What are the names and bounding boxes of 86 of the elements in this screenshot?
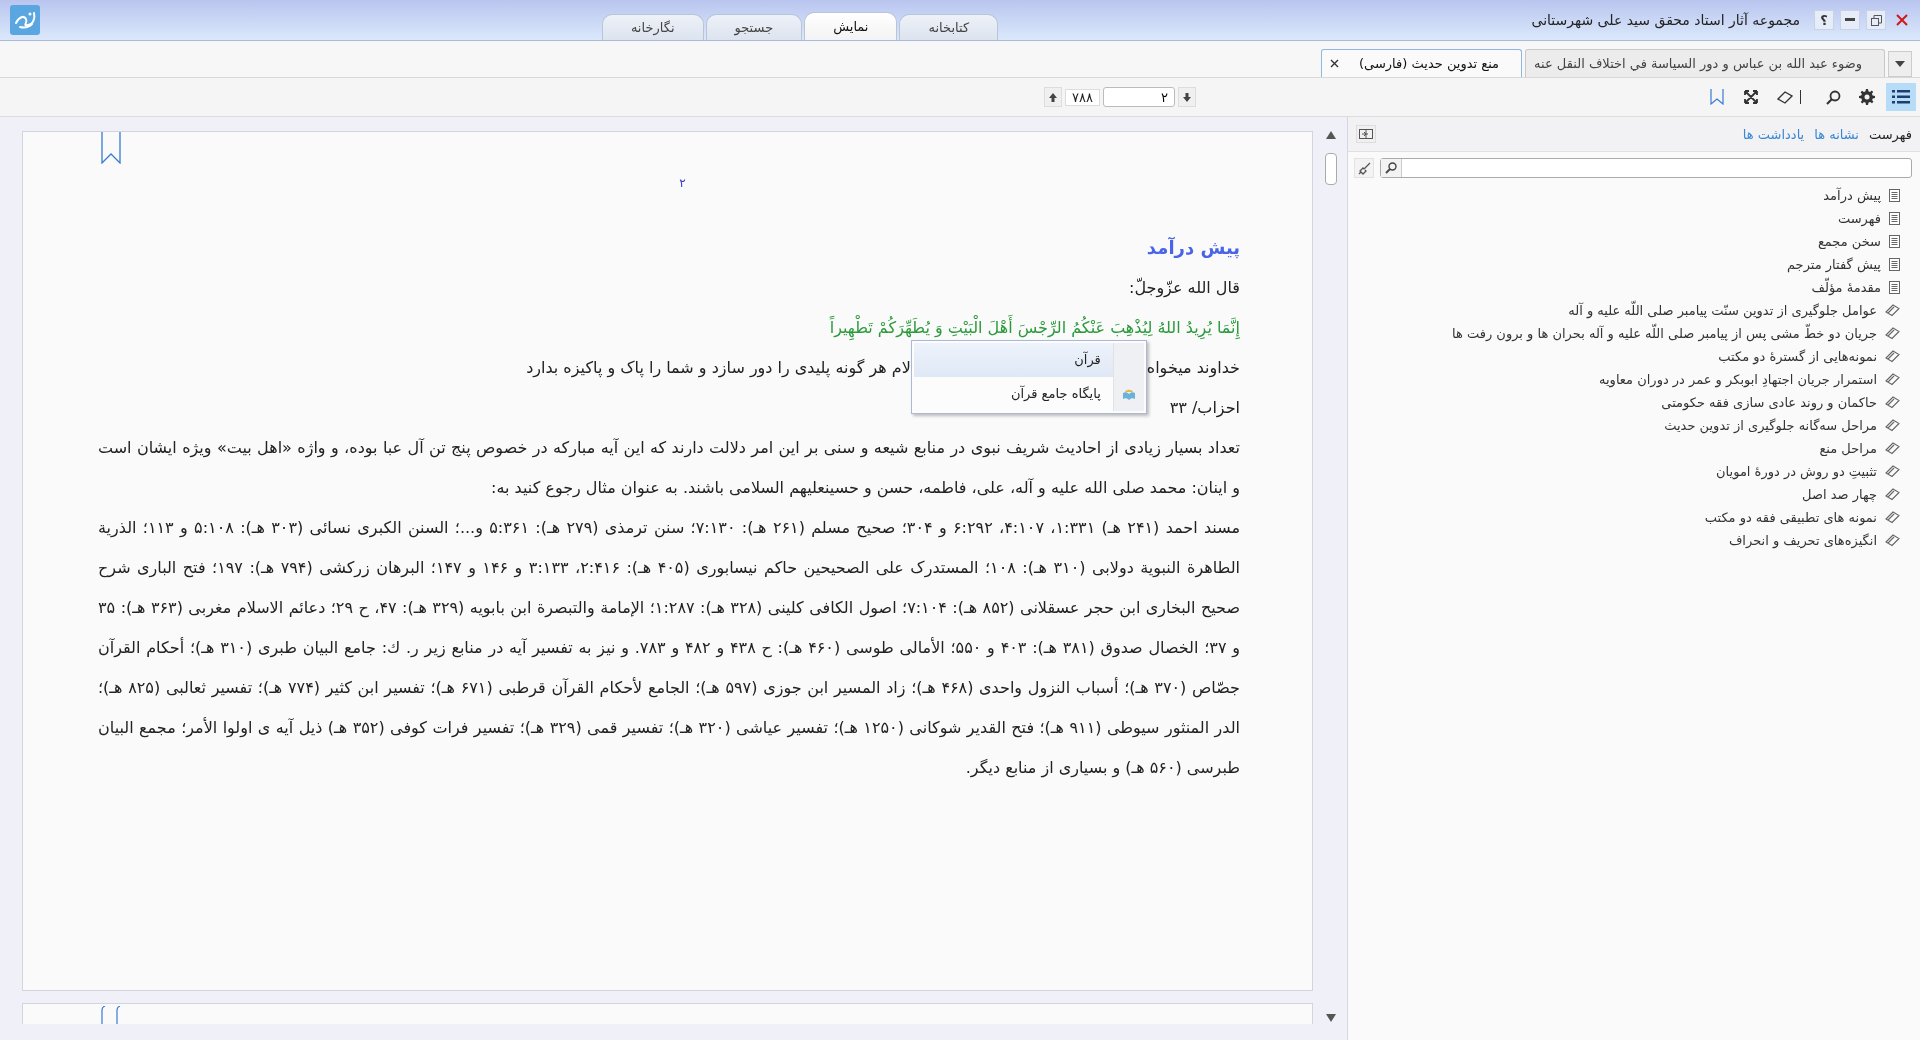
- page-number: ۲: [678, 176, 687, 190]
- body-paragraph: تعداد بسیار زیادی از احادیث شریف نبوی در منابع شیعه و سنی بر این امر دلالت دارند که این آیه مبارکه در خصوص پنج تن آل عبا بوده، و واژه «اهل بیت» ویژه ایشان است و اینان: محمد صلی الله علیه و آله، علی، فاطمه، حسن و حسینعلیهم السلامی باشند. به عنوان مثال رجوع کنید به:: [98, 437, 1240, 500]
- bookmark-icon: [1710, 89, 1724, 105]
- scrollbar-thumb[interactable]: [1325, 153, 1337, 185]
- minimize-button[interactable]: [1840, 10, 1860, 30]
- page-icon: [1889, 281, 1900, 294]
- main-tab[interactable]: نگارخانه: [601, 14, 704, 40]
- document-tab[interactable]: وضوء عبد الله بن عباس و دور السياسة في اختلاف النقل عنه: [1525, 49, 1885, 77]
- page-icon: [1889, 212, 1900, 225]
- help-button[interactable]: ؟: [1814, 10, 1834, 30]
- contents-item[interactable]: سخن مجمع: [1817, 230, 1900, 253]
- main-tab[interactable]: نمایش: [804, 12, 898, 40]
- contents-item[interactable]: استمرار جریان اجتهادِ ابوبکر و عمر در دوران معاویه: [1599, 368, 1900, 391]
- restore-button[interactable]: [1866, 10, 1886, 30]
- restore-icon: [1870, 14, 1882, 26]
- wrench-button[interactable]: [1354, 158, 1374, 178]
- book-icon: [1885, 327, 1900, 340]
- contents-item[interactable]: مقدمۀ مؤلّف: [1811, 276, 1900, 299]
- translation-text: خداوند میخواه: [1146, 357, 1240, 380]
- contents-item[interactable]: نمونه های تطبیقی فقه دو مکتب: [1704, 506, 1900, 529]
- wrench-icon: [1357, 161, 1371, 175]
- page-icon: [1889, 235, 1900, 248]
- book-icon: [1885, 396, 1900, 409]
- minimize-icon: [1845, 18, 1855, 22]
- list-icon: [1892, 90, 1910, 104]
- contents-item[interactable]: انگیزه‌های تحریف و انحراف: [1728, 529, 1900, 552]
- contents-item[interactable]: مراحل سه‌گانه جلوگیری از تدوین حدیث: [1664, 414, 1900, 437]
- contents-item[interactable]: پیش درآمد: [1823, 184, 1900, 207]
- contents-item[interactable]: فهرست: [1837, 207, 1900, 230]
- menu-item[interactable]: پایگاه جامع قرآن: [913, 377, 1144, 411]
- window-title: مجموعه آثار استاد محقق سید علی شهرستانی: [1531, 12, 1800, 28]
- book-icon: [1885, 442, 1900, 455]
- search-icon: [1385, 162, 1397, 174]
- close-tab-icon[interactable]: [1330, 59, 1340, 68]
- previous-page-button[interactable]: [1044, 87, 1063, 107]
- settings-icon: [1859, 89, 1875, 105]
- contents-item[interactable]: نمونه‌هایی از گسترۀ دو مکتب: [1718, 345, 1900, 368]
- section-heading: پیش درآمد: [1146, 236, 1240, 261]
- contents-item[interactable]: تثبیتِ دو روش در دورۀ امویان: [1716, 460, 1900, 483]
- book-icon: [1885, 488, 1900, 501]
- sidebar-tab[interactable]: فهرست: [1868, 126, 1912, 142]
- contents-item[interactable]: چهار صد اصل: [1802, 483, 1900, 506]
- page-number-field[interactable]: ۲: [1103, 87, 1175, 107]
- contents-item[interactable]: مراحل منع: [1819, 437, 1900, 460]
- document-tab[interactable]: منع تدوین حدیث (فارسی): [1321, 49, 1523, 77]
- contents-button[interactable]: [1886, 83, 1916, 111]
- page-icon: [1889, 258, 1900, 271]
- book-icon: [1885, 534, 1900, 547]
- search-icon: [1825, 89, 1841, 105]
- contents-item[interactable]: حاکمان و روند عادی سازی فقه حکومتی: [1661, 391, 1900, 414]
- dock-panel-button[interactable]: [1356, 125, 1376, 143]
- close-icon: [1896, 14, 1908, 26]
- dock-icon: [1359, 129, 1373, 139]
- bookmark-icon[interactable]: [101, 1006, 121, 1024]
- fullscreen-icon: [1744, 90, 1758, 104]
- book-icon: [1885, 304, 1900, 317]
- scroll-up-icon[interactable]: [1326, 131, 1336, 139]
- contents-item[interactable]: پیش گفتار مترجم: [1786, 253, 1900, 276]
- intro-text: قال الله عزّوجلّ:: [1129, 276, 1240, 300]
- book-icon: [1885, 465, 1900, 478]
- page-total: ۷۸۸: [1065, 88, 1100, 106]
- menu-item[interactable]: قرآن: [913, 343, 1144, 377]
- next-page-button[interactable]: [1178, 87, 1196, 107]
- eraser-icon: [1777, 90, 1793, 104]
- up-arrow-icon: [1049, 92, 1058, 102]
- quran-book-icon: [1121, 388, 1136, 400]
- search-field[interactable]: [1380, 158, 1912, 178]
- book-icon: [1885, 350, 1900, 363]
- page-icon: [1889, 189, 1900, 202]
- scroll-down-icon[interactable]: [1326, 1014, 1336, 1022]
- book-icon: [1885, 373, 1900, 386]
- body-paragraph: مسند احمد (۲۴۱ هـ) ۱:۳۳۱، ۴:۱۰۷، ۶:۲۹۲ و ۳۰۴؛ صحیح مسلم (۲۶۱ هـ): ۷:۱۳۰؛ سنن ترمذی (۲۷۹ هـ): ۵:۳۶۱ و...؛ السنن الکبری نسائی (۳۰۳ هـ): ۵:۱۰۸ و ۱۱۳؛ الذریة الطاهرة النبویة دولابی (۳۱۰ هـ): ۱۰۸؛ المستدرک علی الصحیحین حاکم نیسابوری (۴۰۵ هـ): ۲:۴۱۶، ۳:۱۳۳ و ۱۴۶ و ۱۴۷؛ البرهان زرکشی (۷۹۴ هـ): ۱۹۷؛ فتح الباری شرح صحیح البخاری ابن حجر عسقلانی (۸۵۲ هـ): ۷:۱۰۴؛ اصول الکافی کلینی (۳۲۸ هـ): ۱:۲۸۷؛ الإمامة والتبصرة ابن بابویه (۳۲۹ هـ): ۴۷، ح ۲۹؛ دعائم الاسلام مغربی (۳۶۳ هـ): ۳۵ و ۳۷؛ الخصال صدوق (۳۸۱ هـ): ۴۰۳ و ۵۵۰؛ الأمالی طوسی (۴۶۰ هـ): ح ۴۳۸ و ۴۸۲ و ۷۸۳. و نیز به تفسیر آیه در منابع زیر ر. ك: جامع البیان طبری (۳۱۰ هـ)؛ أحکام القرآن جصّاص (۳۷۰ هـ)؛ أسباب النزول واحدی (۴۶۸ هـ)؛ زاد المسیر ابن جوزی (۵۹۷ هـ)؛ الجامع لأحکام القرآن قرطبی (۶۷۱ هـ)؛ تفسیر ابن کثیر (۷۷۴ هـ)؛ تفسیر ثعالبی (۸۲۵ هـ)؛ الدر المنثور سیوطی (۹۱۱ هـ)؛ فتح القدیر شوکانی (۱۲۵۰ هـ)؛ تفسیر عیاشی (۳۲۰ هـ)؛ تفسیر قمی (۳۲۹ هـ)؛ تفسیر فرات کوفی (۳۵۲ هـ) ذیل آیه ی اولوا الأمر؛ مجمع البیان طبرسی (۵۶۰ هـ) و بسیاری از منابع دیگر.: [98, 517, 1240, 780]
- contents-item[interactable]: جریان دو خطّ مشی پس از پیامبر صلی اللّه علیه و آله بحران ها و برون رفت ها: [1452, 322, 1900, 345]
- sidebar-tab[interactable]: نشانه ها: [1814, 126, 1859, 142]
- contents-item[interactable]: عوامل جلوگیری از تدوین سنّت پیامبر صلی اللّه علیه و آله: [1568, 299, 1900, 322]
- main-tab[interactable]: جستجو: [705, 14, 803, 40]
- verse-reference: احزاب/ ۳۳: [1169, 397, 1240, 420]
- app-logo-icon[interactable]: [10, 5, 40, 35]
- translation-text: لام هر گونه پلیدی را دور سازد و شما را پاک و پاکیزه بدارد: [526, 357, 911, 380]
- book-icon: [1885, 419, 1900, 432]
- down-arrow-icon: [1183, 92, 1191, 102]
- caret-icon: [1895, 61, 1905, 67]
- main-tab[interactable]: کتابخانه: [899, 14, 999, 40]
- tab-list-button[interactable]: [1888, 51, 1912, 77]
- bookmark-icon[interactable]: [101, 132, 121, 164]
- book-icon: [1885, 511, 1900, 524]
